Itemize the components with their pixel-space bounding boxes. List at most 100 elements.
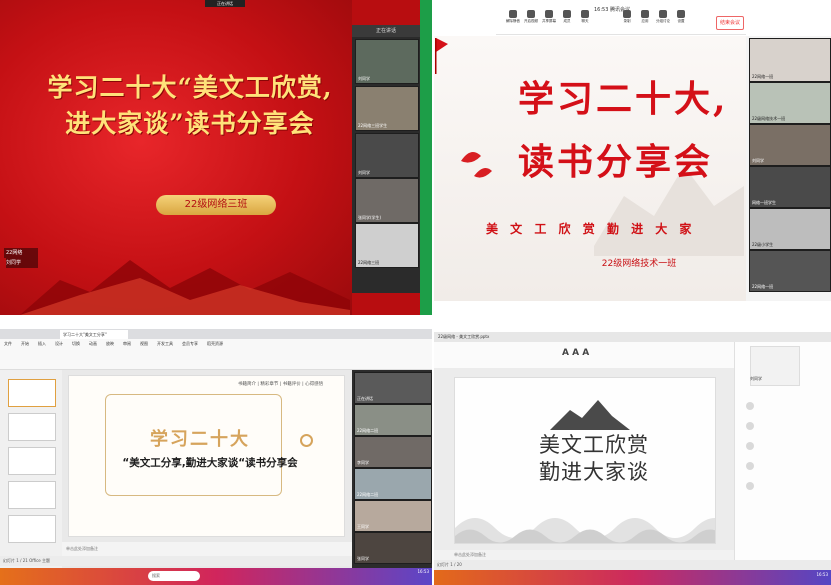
record-button[interactable]: 录制 [620, 10, 634, 24]
participant-name: 22级网络技术一班 [752, 116, 786, 121]
breakout-button[interactable]: 分组讨论 [656, 10, 670, 24]
annotation-toolbar[interactable] [434, 301, 831, 315]
participant-name: 22网络二班 [357, 492, 379, 497]
taskbar-clock: 16:53 [417, 569, 429, 574]
slide-title-line-2: 进大家谈”读书分享会 [65, 109, 315, 138]
panel-option-icon[interactable] [746, 462, 754, 470]
participant-tile[interactable]: 22级网络技术一班 [749, 82, 831, 124]
participant-tile[interactable]: 王同学 [354, 500, 432, 532]
menu-review[interactable]: 审阅 [123, 341, 131, 346]
leaf-decoration [461, 152, 492, 178]
ribbon-menu: 文件 开始 插入 设计 切换 动画 放映 审阅 视图 开发工具 会员专享 稻壳资源 [0, 341, 432, 348]
slide-title-line-2: 读书分享会 [518, 141, 714, 183]
taskbar [434, 570, 831, 585]
members-button[interactable]: 成员 [560, 10, 574, 24]
participant-tile[interactable]: 刘同学 [749, 124, 831, 166]
mountain-decoration [20, 260, 350, 315]
chat-button[interactable]: 聊天 [578, 10, 592, 24]
panel-option-icon[interactable] [746, 422, 754, 430]
document-tab[interactable]: 学习二十大"美文工分享" [60, 330, 128, 339]
notes-field[interactable]: 单击此处添加备注 [434, 550, 734, 560]
participant-tile[interactable]: 22网络三班学生 [355, 86, 419, 131]
camera-name: 刘同学 [750, 376, 762, 381]
slide-thumbnail[interactable] [8, 379, 56, 407]
participant-name: 22网络一班 [752, 284, 774, 289]
window-edge [420, 0, 432, 315]
menu-resources[interactable]: 稻壳资源 [207, 341, 223, 346]
participant-name: 22网络二班 [357, 428, 379, 433]
participant-tile[interactable]: 22网络一班 [749, 250, 831, 292]
participant-tile[interactable]: 22级小学生 [749, 208, 831, 250]
menu-design[interactable]: 设计 [55, 341, 63, 346]
end-meeting-button[interactable]: 结束会议 [716, 16, 744, 30]
participant-tile[interactable]: 李同学 [354, 436, 432, 468]
participant-name: 张同学 [357, 556, 369, 561]
participant-name: 刘同学 [358, 170, 370, 175]
participant-tile[interactable]: 刘同学 [355, 133, 419, 178]
panel-option-icon[interactable] [746, 482, 754, 490]
participant-tile[interactable]: 张同学(学生) [355, 178, 419, 223]
participant-tile[interactable]: 刘同学 [355, 39, 419, 84]
taskbar-search[interactable]: 搜索 [148, 571, 200, 581]
window-title: 22级网络 - 美文工欣赏.pptx [434, 332, 831, 342]
menu-insert[interactable]: 插入 [38, 341, 46, 346]
status-bar: 幻灯片 1 / 21 Office 主题 [0, 556, 360, 566]
mute-button[interactable]: 解除静音 [506, 10, 520, 24]
slide-thumbnail[interactable] [8, 447, 56, 475]
gallery-header: 正在讲话 [352, 25, 420, 37]
participant-name: 李同学 [357, 460, 369, 465]
ink-mountain-decoration [550, 400, 630, 430]
participant-tile[interactable]: 22网络二班 [354, 404, 432, 436]
panel-option-icon[interactable] [746, 442, 754, 450]
participant-tile[interactable]: 22网络一班 [749, 38, 831, 82]
participant-name: 22网络三班 [358, 260, 380, 265]
menu-slideshow[interactable]: 放映 [106, 341, 114, 346]
slide-thumbnail[interactable] [8, 481, 56, 509]
menu-home[interactable]: 开始 [21, 341, 29, 346]
participant-tile[interactable]: 网络一班学生 [749, 166, 831, 208]
meeting-window-2: 16:53 腾讯会议 解除静音 开启视频 共享屏幕 成员 聊天 录制 应用 分组… [434, 0, 831, 315]
class-label: 22级网络技术一班 [601, 259, 677, 269]
share-screen-button[interactable]: 共享屏幕 [542, 10, 556, 24]
participant-name: 22网络三班学生 [358, 123, 388, 128]
slide-subtitle: 美 文 工 欣 赏 勤 进 大 家 [486, 222, 696, 236]
grid-divider [0, 315, 831, 329]
participant-name: 网络一班学生 [752, 200, 776, 205]
slide-thumbnail[interactable] [8, 413, 56, 441]
taskbar [0, 568, 432, 585]
participant-tile[interactable]: 22网络二班 [354, 468, 432, 500]
menu-file[interactable]: 文件 [4, 341, 12, 346]
slide-title-line-1: 美文工欣赏 [539, 433, 649, 457]
presentation-editor-1: 学习二十大"美文工分享" 文件 开始 插入 设计 切换 动画 放映 审阅 视图 开发工具 会员专享 稻… [0, 329, 432, 585]
slide-title: 学习二十大 [150, 429, 250, 450]
slide-title-line-1: 学习二十大“美文工欣赏, [47, 73, 333, 102]
self-view-label[interactable]: 22网络 [4, 248, 38, 258]
speaking-indicator: 正在讲话 [205, 0, 245, 7]
participant-tile[interactable]: 正在讲话 [354, 372, 432, 404]
participant-tile[interactable]: 22网络三班 [355, 223, 419, 268]
panel-option-icon[interactable] [746, 402, 754, 410]
participant-tile[interactable]: 张同学 [354, 532, 432, 564]
slide-thumbnail[interactable] [8, 515, 56, 543]
menu-member[interactable]: 会员专享 [182, 341, 198, 346]
menu-animation[interactable]: 动画 [89, 341, 97, 346]
notes-field[interactable]: 单击此处添加备注 [62, 542, 352, 556]
participant-name: 正在讲话 [357, 396, 373, 401]
apps-button[interactable]: 应用 [638, 10, 652, 24]
class-label: 22级网络三班 [156, 195, 276, 215]
slide-subtitle: “美文工分享,勤进大家谈“读书分享会 [122, 457, 298, 469]
video-button[interactable]: 开启视频 [524, 10, 538, 24]
wave-decoration [455, 518, 715, 543]
menu-transition[interactable]: 切换 [72, 341, 80, 346]
participant-name: 22级小学生 [752, 242, 774, 247]
self-view-name[interactable]: 刘同学 [6, 258, 38, 268]
settings-button[interactable]: 设置 [674, 10, 688, 24]
font-size-controls[interactable]: A A A [562, 348, 589, 358]
participant-name: 刘同学 [752, 158, 764, 163]
flag-icon [435, 38, 448, 74]
shared-slide-1 [0, 0, 352, 315]
menu-developer[interactable]: 开发工具 [157, 341, 173, 346]
menu-view[interactable]: 视图 [140, 341, 148, 346]
taskbar-clock: 16:53 [816, 572, 828, 577]
slide-title-line-1: 学习二十大, [518, 78, 729, 120]
